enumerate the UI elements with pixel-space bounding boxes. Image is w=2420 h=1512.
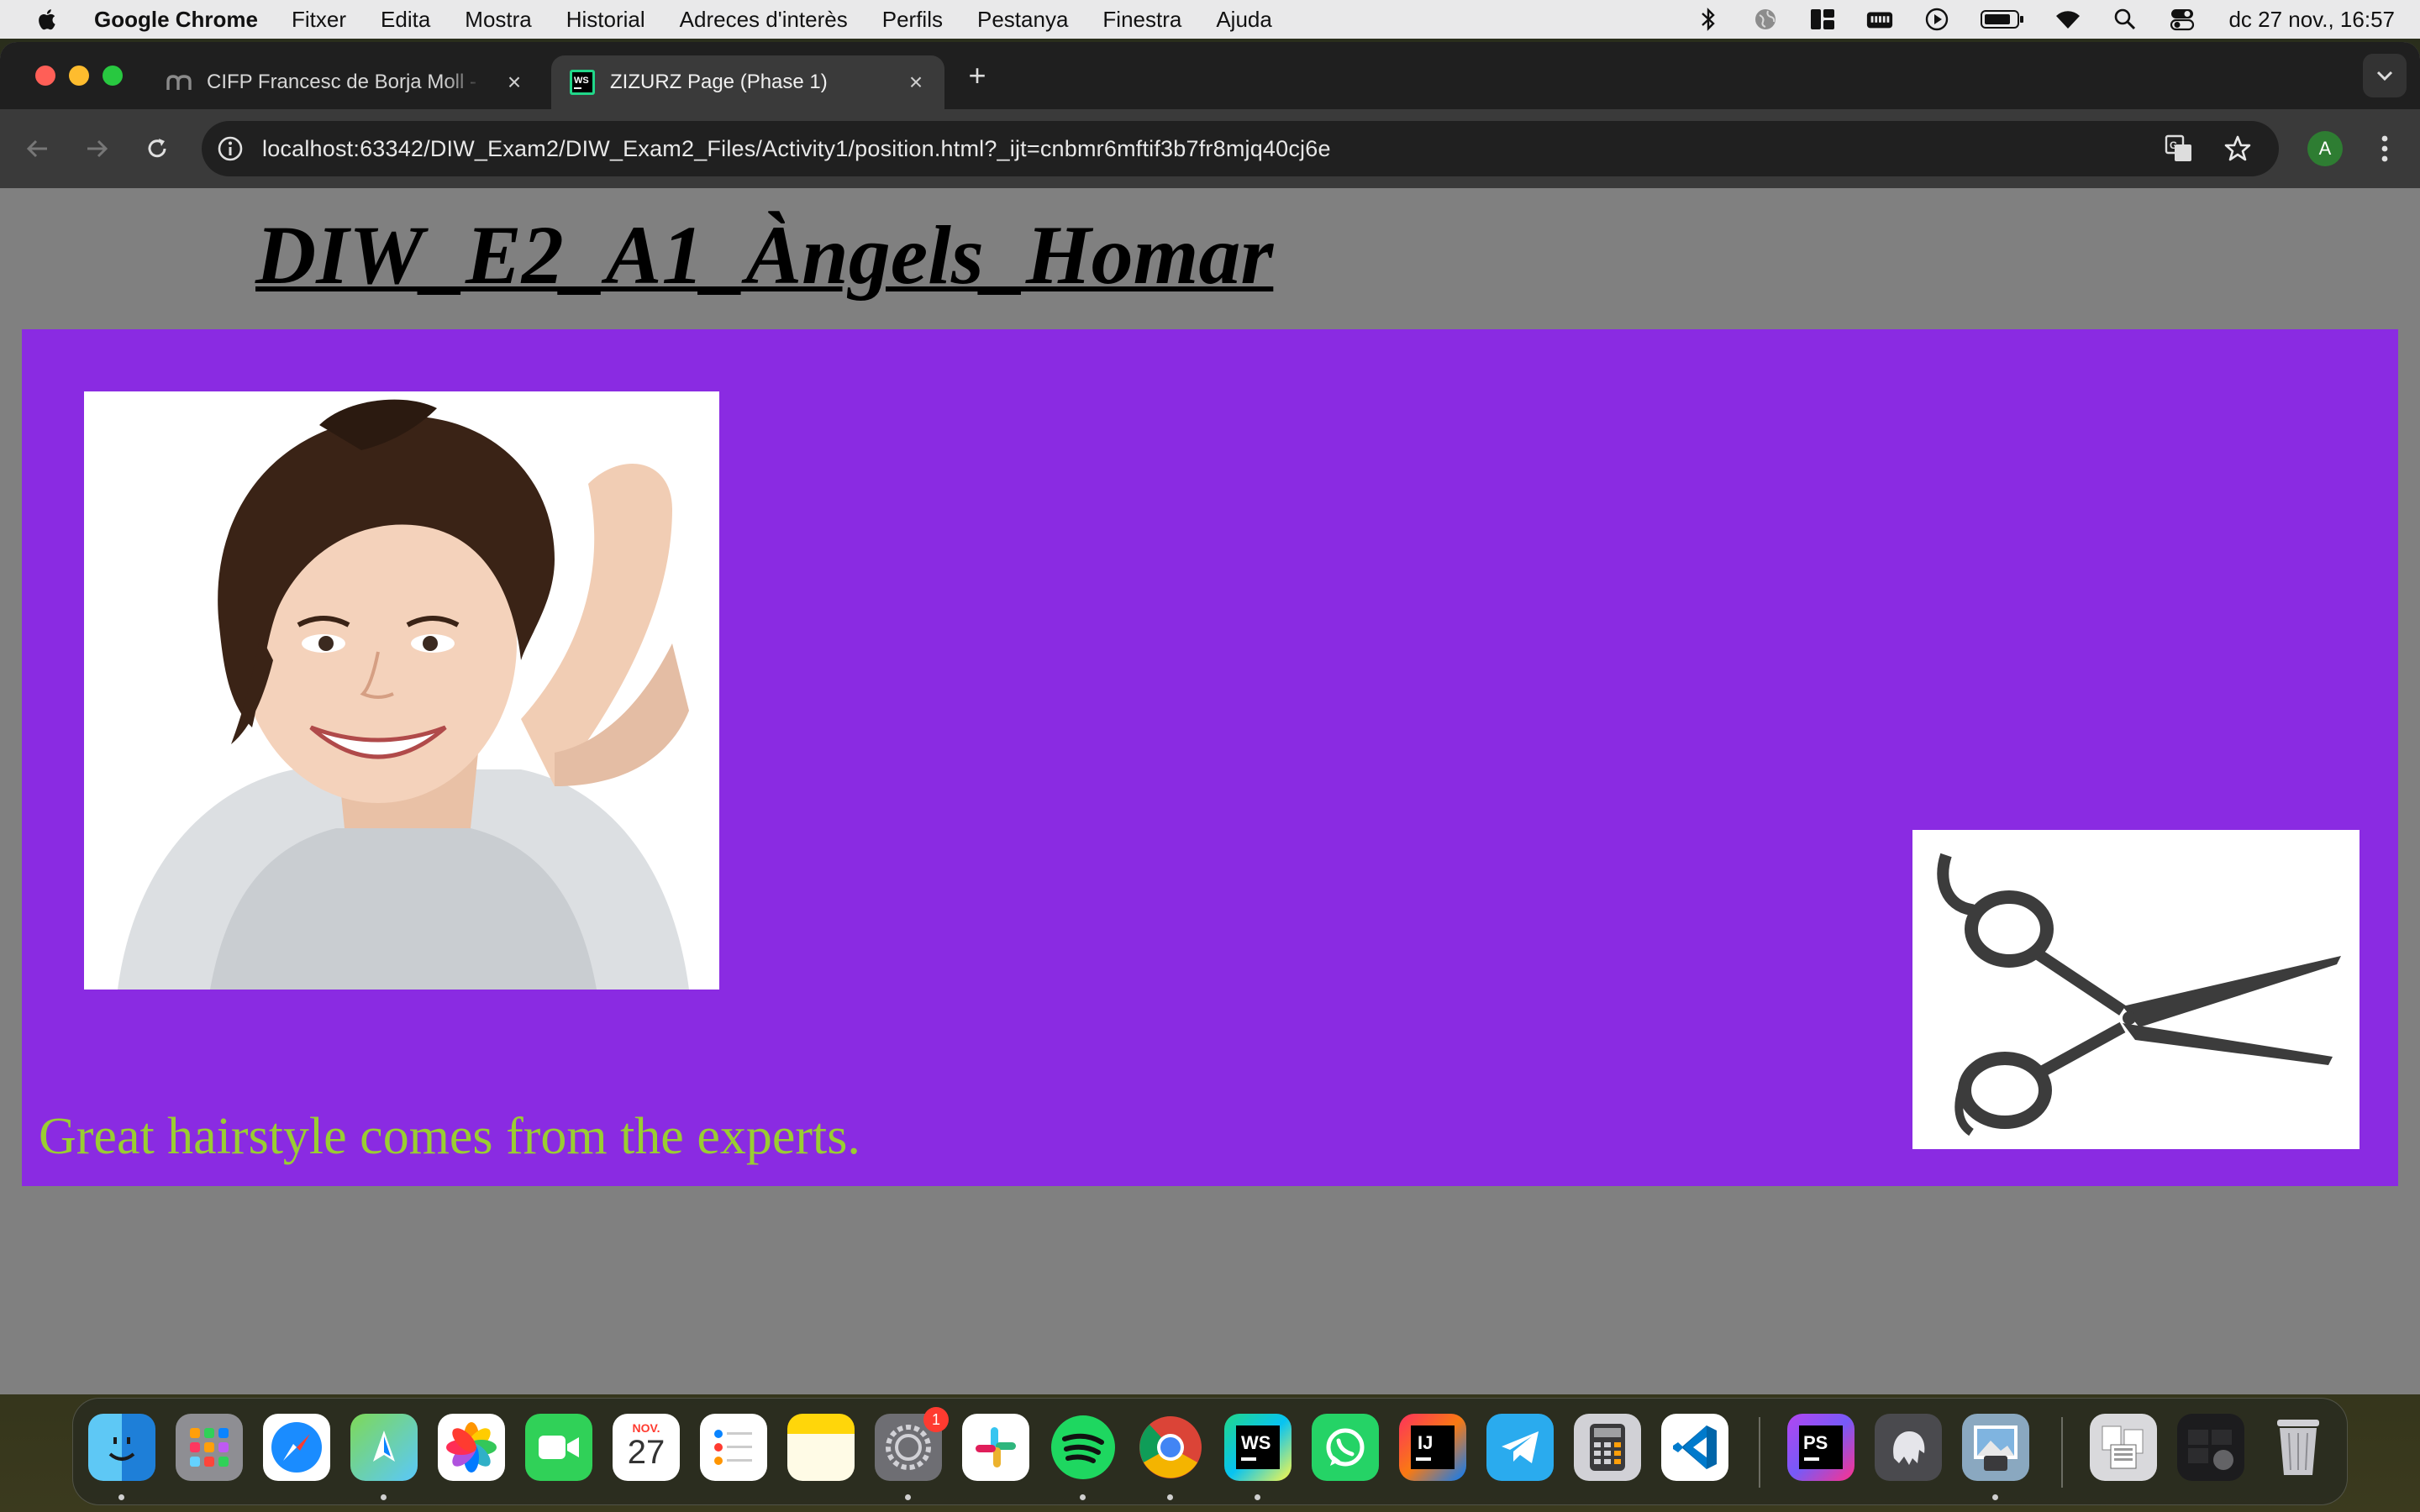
calculator-icon[interactable] — [1574, 1414, 1641, 1481]
tab-strip: CIFP Francesc de Borja Moll - × WS ZIZUR… — [0, 42, 2420, 109]
phpstorm-icon[interactable]: PS — [1787, 1414, 1854, 1481]
window-close-button[interactable] — [35, 66, 55, 86]
menu-bar: Google Chrome Fitxer Edita Mostra Histor… — [0, 0, 2420, 39]
tab-close-button[interactable]: × — [502, 71, 526, 94]
calendar-icon[interactable]: NOV. 27 — [613, 1414, 680, 1481]
browser-toolbar: localhost:63342/DIW_Exam2/DIW_Exam2_File… — [0, 109, 2420, 188]
tab-title: CIFP Francesc de Borja Moll - — [207, 71, 476, 93]
menu-history[interactable]: Historial — [566, 7, 645, 33]
safari-icon[interactable] — [263, 1414, 330, 1481]
hero-banner: Great hairstyle comes from the experts. — [22, 329, 2398, 1186]
preview-icon[interactable] — [1962, 1414, 2029, 1481]
system-settings-icon[interactable]: 1 — [875, 1407, 949, 1481]
webstorm-icon: WS — [570, 70, 595, 95]
telegram-icon[interactable] — [1486, 1414, 1554, 1481]
translate-icon[interactable]: G — [2163, 133, 2195, 165]
calendar-month: NOV. — [632, 1421, 660, 1435]
woman-photo — [84, 391, 719, 990]
battery-icon[interactable] — [1980, 7, 2025, 32]
downloads-stack-icon[interactable] — [2090, 1414, 2157, 1481]
apple-menu-icon[interactable] — [35, 7, 60, 32]
status-area: dc 27 nov., 16:57 — [1694, 0, 2395, 39]
menu-file[interactable]: Fitxer — [292, 7, 346, 33]
menu-app-name[interactable]: Google Chrome — [94, 7, 258, 33]
svg-text:WS: WS — [574, 76, 589, 86]
menu-window[interactable]: Finestra — [1102, 7, 1181, 33]
menu-help[interactable]: Ajuda — [1216, 7, 1272, 33]
profile-avatar[interactable]: A — [2307, 131, 2343, 166]
play-icon[interactable] — [1923, 7, 1951, 32]
window-minimize-button[interactable] — [69, 66, 89, 86]
bluetooth-icon[interactable] — [1694, 7, 1723, 32]
menu-edit[interactable]: Edita — [381, 7, 430, 33]
new-tab-button[interactable]: + — [965, 60, 990, 91]
dock: NOV. 27 1 WS IJ PS — [72, 1398, 2348, 1505]
menu-profiles[interactable]: Perfils — [882, 7, 943, 33]
vscode-icon[interactable] — [1661, 1414, 1728, 1481]
menu-tab[interactable]: Pestanya — [977, 7, 1068, 33]
svg-text:IJ: IJ — [1418, 1432, 1433, 1453]
vpn-globe-icon[interactable] — [1751, 7, 1780, 32]
tab-search-button[interactable] — [2363, 54, 2407, 97]
tab-zizurz[interactable]: WS ZIZURZ Page (Phase 1) × — [551, 55, 944, 109]
bookmark-star-icon[interactable] — [2222, 133, 2254, 165]
page-heading: DIW_E2_A1_Àngels_Homar — [255, 208, 1274, 302]
moodle-icon — [166, 70, 192, 95]
address-bar[interactable]: localhost:63342/DIW_Exam2/DIW_Exam2_File… — [202, 121, 2279, 176]
back-arrow-icon[interactable] — [22, 133, 54, 165]
browser-window: CIFP Francesc de Borja Moll - × WS ZIZUR… — [0, 42, 2420, 1394]
scissors-image — [1912, 830, 2360, 1149]
spotify-icon[interactable] — [1050, 1414, 1117, 1481]
tableplus-icon[interactable] — [1875, 1414, 1942, 1481]
site-info-icon[interactable] — [215, 134, 245, 164]
reload-icon[interactable] — [141, 133, 173, 165]
menu-bookmarks[interactable]: Adreces d'interès — [680, 7, 848, 33]
spotlight-search-icon[interactable] — [2111, 7, 2139, 32]
tab-cifp[interactable]: CIFP Francesc de Borja Moll - × — [148, 55, 543, 109]
reminders-icon[interactable] — [700, 1414, 767, 1481]
control-center-icon[interactable] — [2168, 7, 2196, 32]
notes-icon[interactable] — [787, 1414, 855, 1481]
slack-icon[interactable] — [962, 1414, 1029, 1481]
finder-icon[interactable] — [88, 1414, 155, 1481]
forward-arrow-icon[interactable] — [81, 133, 113, 165]
svg-text:PS: PS — [1803, 1432, 1828, 1453]
keyboard-icon[interactable] — [1865, 7, 1894, 32]
photos-icon[interactable] — [438, 1414, 505, 1481]
calendar-day: 27 — [627, 1434, 666, 1471]
menu-clock[interactable]: dc 27 nov., 16:57 — [2228, 7, 2395, 33]
svg-text:G: G — [2170, 139, 2177, 151]
whatsapp-icon[interactable] — [1312, 1414, 1379, 1481]
svg-text:WS: WS — [1241, 1432, 1270, 1453]
webstorm-dock-icon[interactable]: WS — [1224, 1414, 1292, 1481]
tab-close-button[interactable]: × — [904, 71, 928, 94]
intellij-icon[interactable]: IJ — [1399, 1414, 1466, 1481]
launchpad-icon[interactable] — [176, 1414, 243, 1481]
omnibox-actions: G — [2163, 133, 2254, 165]
tagline-text: Great hairstyle comes from the experts. — [39, 1108, 860, 1165]
page-viewport: DIW_E2_A1_Àngels_Homar Great hairstyle c… — [0, 188, 2420, 1394]
trash-icon[interactable] — [2265, 1414, 2332, 1481]
maps-icon[interactable] — [350, 1414, 418, 1481]
recent-stack-icon[interactable] — [2177, 1414, 2244, 1481]
more-menu-icon[interactable] — [2370, 131, 2400, 166]
wifi-icon[interactable] — [2054, 7, 2082, 32]
chrome-icon[interactable] — [1137, 1414, 1204, 1481]
window-zoom-button[interactable] — [103, 66, 123, 86]
facetime-icon[interactable] — [525, 1414, 592, 1481]
url-text[interactable]: localhost:63342/DIW_Exam2/DIW_Exam2_File… — [262, 136, 1331, 162]
menu-view[interactable]: Mostra — [465, 7, 531, 33]
tab-title: ZIZURZ Page (Phase 1) — [610, 71, 828, 93]
settings-badge: 1 — [923, 1407, 949, 1432]
stage-manager-icon[interactable] — [1808, 7, 1837, 32]
